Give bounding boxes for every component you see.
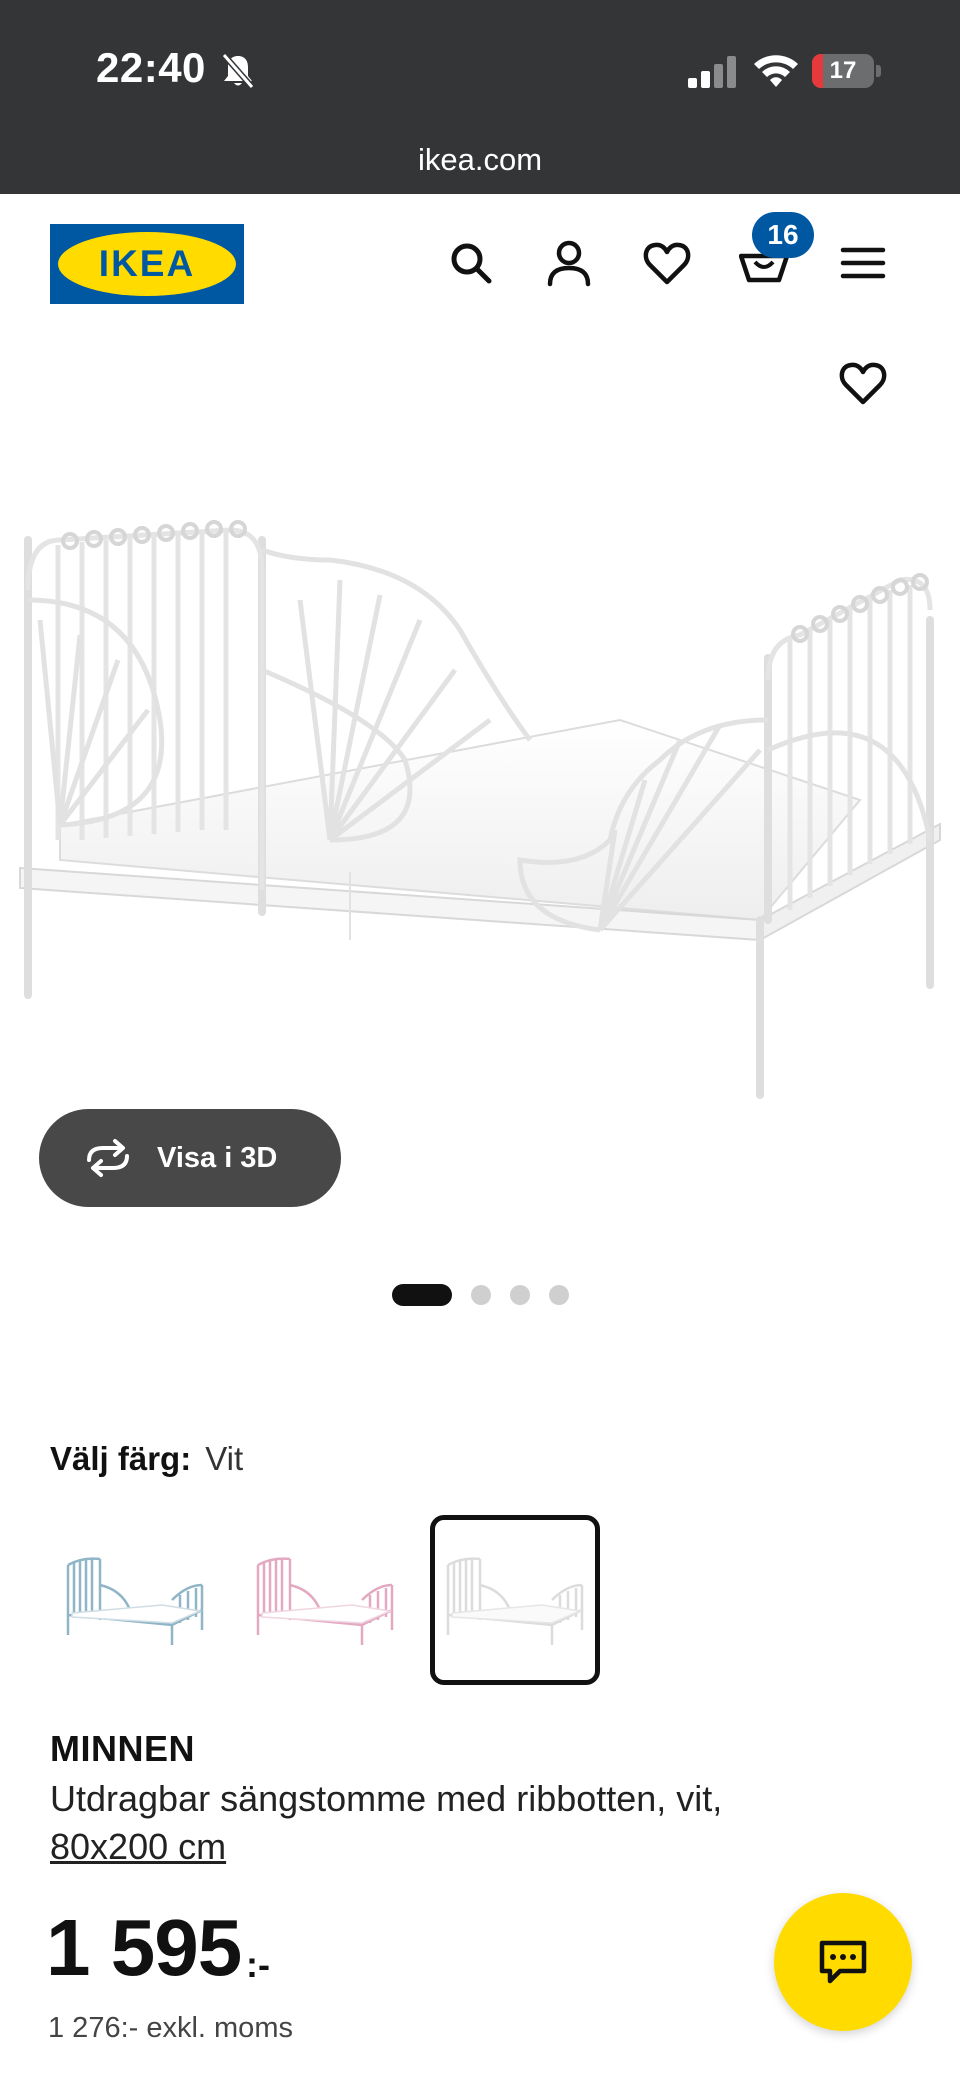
price-currency-suffix: :-	[246, 1944, 270, 1985]
product-name: MINNEN	[50, 1728, 195, 1769]
color-label: Välj färg:	[50, 1440, 192, 1477]
wishlist-icon[interactable]	[642, 238, 692, 288]
bell-off-icon	[221, 53, 255, 89]
bed-thumbnail-pink	[256, 1557, 394, 1645]
color-selector-heading: Välj färg: Vit	[50, 1440, 243, 1478]
battery-indicator: 17	[812, 54, 882, 88]
site-header: IKEA 16	[0, 194, 960, 334]
logo-text: IKEA	[98, 243, 196, 284]
product-description: Utdragbar sängstomme med ribbotten, vit,	[50, 1778, 723, 1819]
carousel-dot[interactable]	[471, 1285, 491, 1305]
carousel-dot[interactable]	[549, 1285, 569, 1305]
account-icon[interactable]	[544, 238, 594, 288]
product-image[interactable]	[0, 420, 960, 1120]
carousel-pagination	[392, 1284, 588, 1306]
url-bar[interactable]: ikea.com	[0, 130, 960, 194]
color-swatch-blue[interactable]	[50, 1515, 220, 1685]
price-excluding-vat: 1 276:- exkl. moms	[48, 2012, 293, 2044]
bed-thumbnail-blue	[66, 1557, 204, 1645]
color-swatch-pink[interactable]	[240, 1515, 410, 1685]
menu-icon[interactable]	[838, 238, 888, 288]
cart-count-badge[interactable]: 16	[752, 212, 814, 258]
battery-level: 17	[829, 57, 857, 84]
carousel-dot[interactable]	[392, 1284, 452, 1306]
product-price: 1 595	[46, 1903, 242, 1992]
wifi-icon	[754, 55, 798, 87]
signal-icon	[688, 56, 736, 88]
view-in-3d-button[interactable]: Visa i 3D	[39, 1109, 341, 1207]
add-to-favourites-icon[interactable]	[838, 358, 888, 408]
status-time: 22:40	[96, 44, 206, 91]
url-text[interactable]: ikea.com	[0, 142, 960, 178]
view-in-3d-label: Visa i 3D	[157, 1141, 278, 1174]
chat-icon	[819, 1940, 867, 1984]
rotate-3d-icon	[87, 1139, 129, 1177]
bed-thumbnail-white	[446, 1557, 584, 1645]
color-swatch-white[interactable]	[430, 1515, 600, 1685]
chat-button[interactable]	[774, 1893, 912, 2031]
status-bar: 22:40 17	[0, 0, 960, 140]
battery-cap	[876, 65, 881, 77]
carousel-dot[interactable]	[510, 1285, 530, 1305]
ikea-logo[interactable]: IKEA	[50, 224, 244, 304]
product-size-link[interactable]: 80x200 cm	[50, 1823, 226, 1871]
search-icon[interactable]	[446, 238, 496, 288]
selected-color: Vit	[205, 1440, 244, 1477]
